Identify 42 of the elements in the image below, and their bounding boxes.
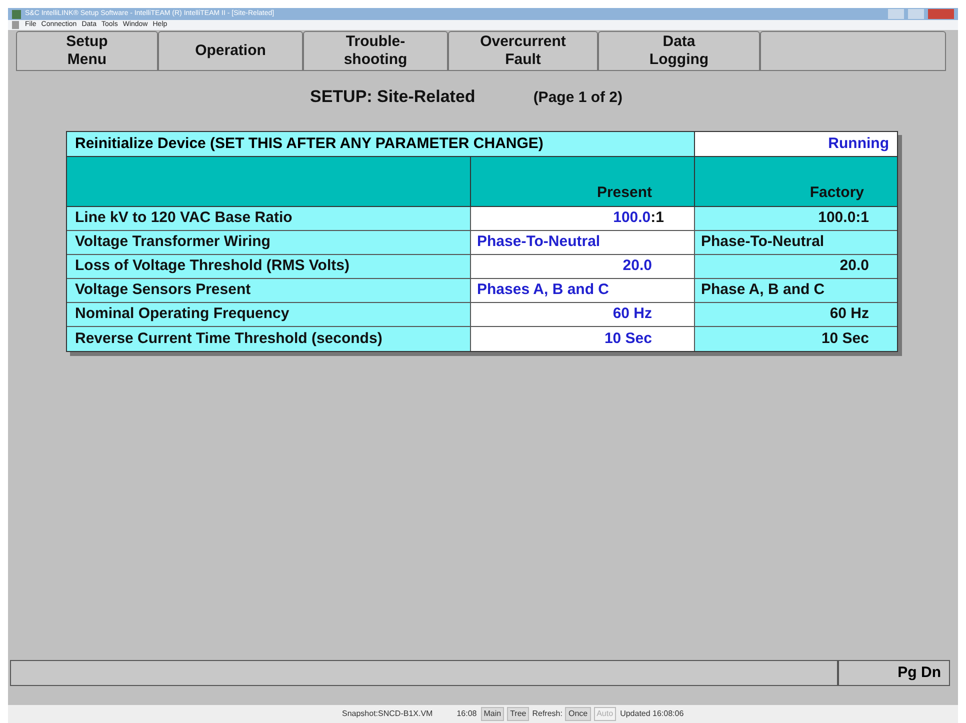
factory-value: Phase A, B and C [695, 279, 897, 302]
page-indicator: (Page 1 of 2) [533, 88, 622, 108]
snapshot-label: Snapshot:SNCD-B1X.VM [342, 708, 433, 720]
device-status: Running [695, 132, 897, 156]
refresh-label: Refresh: [532, 708, 562, 720]
row-label: Voltage Sensors Present [67, 279, 471, 302]
row-label: Loss of Voltage Threshold (RMS Volts) [67, 255, 471, 278]
time-label: 16:08 [456, 708, 477, 720]
status-button[interactable]: Main [480, 707, 504, 721]
status-button[interactable]: Tree [507, 707, 530, 721]
page-heading: SETUP: Site-Related [310, 86, 476, 108]
minimize-button[interactable] [888, 9, 904, 19]
present-value[interactable]: 100.0:1 [471, 207, 695, 230]
nav-button[interactable]: Data Logging [598, 31, 760, 71]
present-value[interactable]: Phase-To-Neutral [471, 231, 695, 254]
reinitialize-label[interactable]: Reinitialize Device (SET THIS AFTER ANY PARAMETER CHANGE) [67, 132, 695, 156]
nav-button[interactable]: Overcurrent Fault [448, 31, 598, 71]
app-icon [12, 10, 21, 18]
row-label: Nominal Operating Frequency [67, 303, 471, 326]
document-icon [12, 21, 19, 29]
maximize-button[interactable] [908, 9, 924, 19]
nav-button[interactable]: Operation [158, 31, 303, 71]
factory-value: 20.0 [695, 255, 897, 278]
present-value[interactable]: 60 Hz [471, 303, 695, 326]
row-label: Line kV to 120 VAC Base Ratio [67, 207, 471, 230]
status-button[interactable]: Once [565, 707, 591, 721]
page-down-button[interactable]: Pg Dn [838, 660, 950, 686]
column-header: Present [471, 157, 695, 206]
present-value[interactable]: Phases A, B and C [471, 279, 695, 302]
present-value[interactable]: 10 Sec [471, 327, 695, 351]
factory-value: 10 Sec [695, 327, 897, 351]
close-button[interactable] [928, 9, 954, 19]
updated-label: Updated 16:08:06 [620, 708, 684, 720]
present-value[interactable]: 20.0 [471, 255, 695, 278]
row-label: Reverse Current Time Threshold (seconds) [67, 327, 471, 351]
factory-value: 60 Hz [695, 303, 897, 326]
factory-value: 100.0:1 [695, 207, 897, 230]
factory-value: Phase-To-Neutral [695, 231, 897, 254]
nav-button[interactable]: Trouble- shooting [303, 31, 448, 71]
column-header: Factory [808, 182, 865, 202]
nav-button[interactable]: Setup Menu [16, 31, 158, 71]
row-label: Voltage Transformer Wiring [67, 231, 471, 254]
